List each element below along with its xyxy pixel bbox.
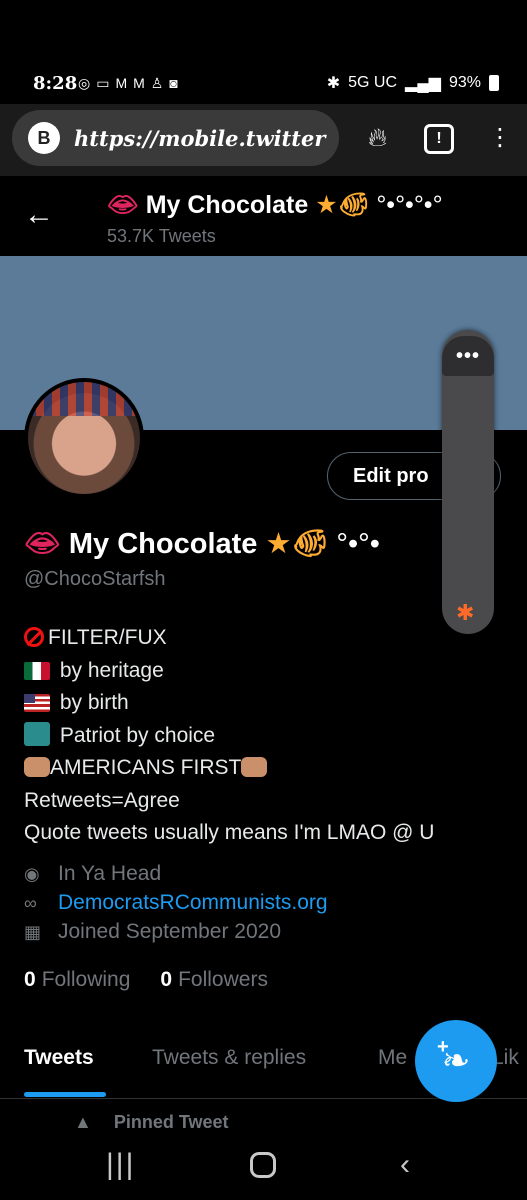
lips-icon: 👄︎	[24, 528, 61, 560]
followers-link[interactable]: 0 Followers	[160, 968, 268, 992]
address-bar[interactable]: B https://mobile.twitter	[12, 110, 339, 166]
system-nav-bar: ||| ‹	[0, 1136, 527, 1200]
location-text: In Ya Head	[58, 862, 162, 885]
bio-line: Patriot by choice	[59, 723, 216, 747]
tweet-count: 53.7K Tweets	[107, 226, 216, 246]
pinned-tweet-header: ▲ Pinned Tweet	[74, 1112, 229, 1133]
lips-icon: 👄︎	[107, 191, 139, 219]
display-name-text: My Chocolate	[68, 528, 258, 560]
fish-icon: 🐠︎	[291, 528, 329, 560]
pin-icon: ▲	[74, 1112, 92, 1132]
website-link[interactable]: DemocratsRCommunists.org	[58, 891, 328, 915]
star-icon: ★	[265, 528, 292, 560]
header-title: 👄︎ My Chocolate ★🐠︎ °•°•°•°	[107, 190, 443, 220]
browser-toolbar: B https://mobile.twitter 🔥︎ ! ⋮	[0, 104, 527, 176]
instagram-icon: ◙	[169, 74, 178, 91]
status-time: 8:28	[33, 72, 78, 94]
accessibility-icon: ♙	[150, 74, 164, 91]
more-horizontal-icon[interactable]: •••	[442, 336, 494, 376]
plus-icon: +	[437, 1036, 449, 1058]
fire-icon[interactable]: 🔥︎	[368, 122, 387, 154]
location-pin-icon: ◉	[24, 863, 40, 884]
url-text[interactable]: https://mobile.twitter	[74, 126, 325, 151]
header-name-suffix: °•°•°•°	[376, 191, 443, 219]
brave-b-icon[interactable]: B	[28, 122, 60, 154]
back-icon[interactable]: ‹	[400, 1148, 410, 1182]
followers-count: 0	[160, 968, 173, 991]
status-bar: 8:28 ◎ ▭ M M ♙ ◙ ✱ 5G UC ▂▄▆ 93%	[0, 62, 527, 104]
gmail-icon-2: M	[133, 74, 145, 91]
display-name-suffix: °•°•	[336, 528, 380, 560]
fist-icon	[24, 757, 50, 777]
bio-line: by heritage	[59, 658, 164, 682]
bio-line: Quote tweets usually means I'm LMAO @ U	[24, 821, 435, 844]
floating-panel[interactable]: ••• ✱	[442, 330, 494, 634]
profile-bio: FILTER/FUX by heritage by birth Patriot …	[24, 622, 434, 850]
gmail-icon: M	[115, 74, 128, 91]
signal-icon: ▂▄▆	[405, 75, 441, 92]
profile-website[interactable]: ∞ DemocratsRCommunists.org	[24, 891, 328, 915]
tab-tweets-replies[interactable]: Tweets & replies	[152, 1046, 306, 1070]
recent-apps-icon[interactable]: |||	[106, 1148, 135, 1182]
battery-icon	[489, 75, 499, 91]
back-arrow-icon[interactable]: ←	[24, 198, 54, 232]
follow-stats: 0 Following 0 Followers	[24, 968, 268, 992]
network-label: 5G UC	[348, 74, 398, 91]
compose-tweet-button[interactable]: + ❧	[415, 1020, 497, 1102]
link-icon: ∞	[24, 892, 37, 913]
no-entry-icon	[24, 627, 44, 647]
statue-of-liberty-icon	[24, 721, 50, 746]
bluetooth-icon: ✱	[326, 75, 341, 92]
calendar-icon: ▦	[24, 921, 42, 942]
status-right: ✱ 5G UC ▂▄▆ 93%	[327, 73, 499, 93]
bio-line: by birth	[59, 691, 129, 714]
more-vertical-icon[interactable]: ⋮	[488, 126, 512, 150]
avatar[interactable]	[24, 378, 144, 498]
us-flag-icon	[24, 694, 50, 712]
following-link[interactable]: 0 Following	[24, 968, 130, 992]
bio-line: FILTER/FUX	[48, 626, 167, 649]
tab-tweets[interactable]: Tweets	[24, 1046, 94, 1070]
profile-header: ← 👄︎ My Chocolate ★🐠︎ °•°•°•° 53.7K Twee…	[0, 176, 527, 256]
tab-switcher-icon[interactable]: !	[424, 124, 454, 154]
bio-line: AMERICANS FIRST	[50, 756, 242, 779]
home-icon[interactable]	[250, 1152, 276, 1178]
profile-location: ◉ In Ya Head	[24, 862, 161, 886]
bio-line: Retweets=Agree	[24, 788, 180, 812]
mexico-flag-icon	[24, 661, 50, 680]
ring-icon: ▭	[96, 74, 110, 91]
bluetooth-icon-overlay[interactable]: ✱	[456, 600, 474, 626]
joined-text: Joined September 2020	[58, 920, 281, 943]
profile-handle: @ChocoStarfsh	[24, 568, 166, 590]
fist-icon	[241, 757, 268, 777]
notification-icons: ◎ ▭ M M ♙ ◙	[78, 75, 178, 92]
pinned-label: Pinned Tweet	[113, 1112, 229, 1132]
following-label: Following	[41, 968, 131, 991]
whatsapp-icon: ◎	[78, 74, 91, 91]
header-name: My Chocolate	[145, 191, 309, 219]
active-tab-indicator	[24, 1092, 106, 1097]
avatar-flag-overlay	[28, 382, 140, 416]
following-count: 0	[24, 968, 36, 991]
fish-icon: 🐠︎	[337, 191, 370, 219]
profile-joined: ▦ Joined September 2020	[24, 920, 281, 944]
star-icon: ★	[315, 191, 338, 219]
followers-label: Followers	[178, 968, 268, 991]
tab-media[interactable]: Me	[378, 1046, 407, 1070]
battery-label: 93%	[448, 74, 481, 91]
profile-display-name: 👄︎ My Chocolate ★🐠︎ °•°•	[24, 526, 380, 561]
